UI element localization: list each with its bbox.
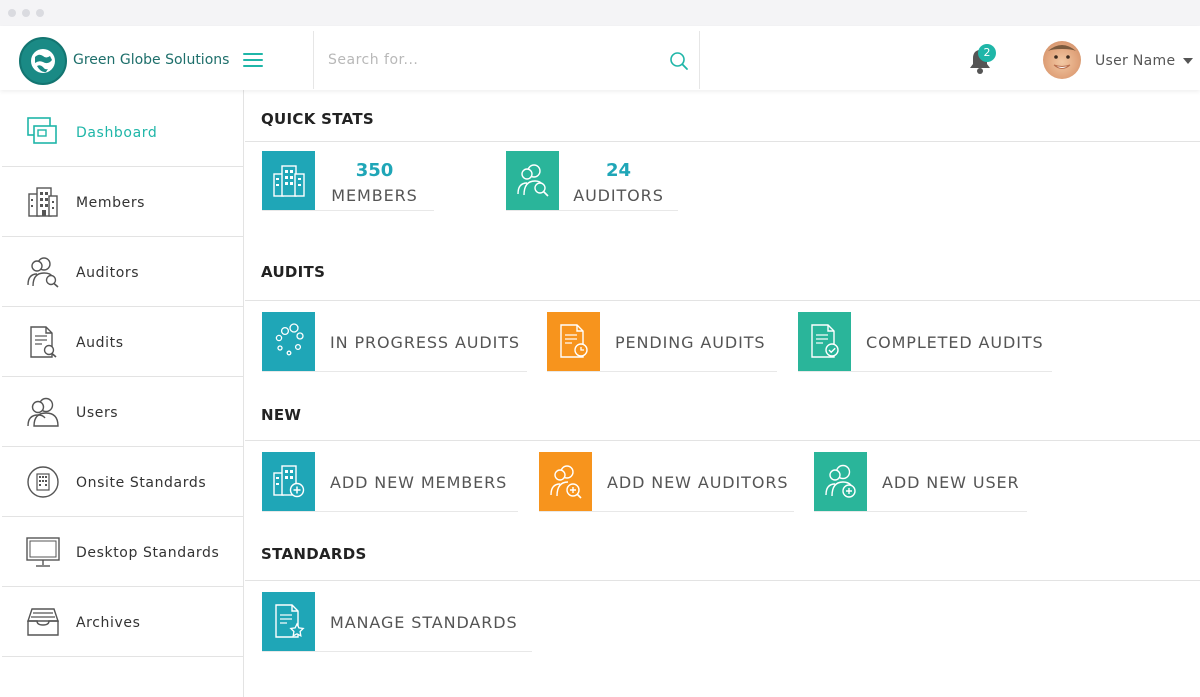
tile-icon-box xyxy=(262,592,315,651)
user-avatar[interactable] xyxy=(1043,41,1081,79)
document-check-icon xyxy=(811,324,839,358)
tile-icon-box xyxy=(262,312,315,371)
section-title-standards: STANDARDS xyxy=(261,545,367,563)
menu-toggle-button[interactable] xyxy=(240,48,266,70)
sidebar-item-label: Users xyxy=(76,405,119,421)
add-new-user-button[interactable]: ADD NEW USER xyxy=(814,452,1027,512)
section-title-new: NEW xyxy=(261,406,302,424)
add-new-members-button[interactable]: ADD NEW MEMBERS xyxy=(262,452,518,512)
stat-label-auditors: AUDITORS xyxy=(573,186,664,205)
building-icon xyxy=(28,187,58,217)
sidebar-item-dashboard[interactable]: Dashboard xyxy=(2,97,243,167)
search-bar xyxy=(313,31,700,89)
window-minimize-dot[interactable] xyxy=(22,9,30,17)
sidebar-item-onsite-standards[interactable]: Onsite Standards xyxy=(2,447,243,517)
monitor-icon xyxy=(26,537,60,567)
sidebar-item-auditors[interactable]: Auditors xyxy=(2,237,243,307)
sidebar-item-label: Audits xyxy=(76,335,124,351)
top-bar: Green Globe Solutions 2 User Name xyxy=(0,26,1200,90)
globe-icon xyxy=(31,49,55,73)
hamburger-bar xyxy=(243,65,263,67)
sidebar-item-users[interactable]: Users xyxy=(2,377,243,447)
onsite-building-icon xyxy=(27,466,59,498)
sidebar-item-label: Members xyxy=(76,195,146,211)
section-divider xyxy=(245,440,1200,441)
section-divider xyxy=(245,300,1200,301)
archive-tray-icon xyxy=(27,608,59,636)
sidebar-item-label: Archives xyxy=(76,615,141,631)
stat-card-members[interactable]: 350 MEMBERS xyxy=(262,151,434,211)
tile-icon-box xyxy=(539,452,592,511)
auditor-add-icon xyxy=(550,465,582,499)
pending-audits-button[interactable]: PENDING AUDITS xyxy=(547,312,777,372)
stat-value-members: 350 xyxy=(355,160,394,181)
tile-label: IN PROGRESS AUDITS xyxy=(330,333,520,352)
brand-name[interactable]: Green Globe Solutions xyxy=(73,52,229,68)
users-icon xyxy=(27,397,59,427)
tile-icon-box xyxy=(547,312,600,371)
tile-label: ADD NEW AUDITORS xyxy=(607,473,789,492)
sidebar: Dashboard Members Auditors Audits Users … xyxy=(0,90,244,697)
section-divider xyxy=(245,141,1200,142)
tile-label: ADD NEW MEMBERS xyxy=(330,473,508,492)
sidebar-item-members[interactable]: Members xyxy=(2,167,243,237)
sidebar-item-desktop-standards[interactable]: Desktop Standards xyxy=(2,517,243,587)
sidebar-item-label: Auditors xyxy=(76,265,140,281)
stat-label-members: MEMBERS xyxy=(331,186,418,205)
search-input[interactable] xyxy=(328,48,658,72)
tile-label: ADD NEW USER xyxy=(882,473,1020,492)
sidebar-item-label: Onsite Standards xyxy=(76,475,207,491)
add-new-auditors-button[interactable]: ADD NEW AUDITORS xyxy=(539,452,794,512)
window-chrome xyxy=(0,0,1200,26)
sidebar-item-label: Desktop Standards xyxy=(76,545,220,561)
auditor-icon xyxy=(517,164,549,197)
tile-label: PENDING AUDITS xyxy=(615,333,766,352)
section-divider xyxy=(245,580,1200,581)
document-star-icon xyxy=(275,604,305,638)
tile-icon-box xyxy=(798,312,851,371)
section-title-quick-stats: QUICK STATS xyxy=(261,110,375,128)
window-close-dot[interactable] xyxy=(8,9,16,17)
sidebar-item-audits[interactable]: Audits xyxy=(2,307,243,377)
in-progress-audits-button[interactable]: IN PROGRESS AUDITS xyxy=(262,312,527,372)
document-clock-icon xyxy=(560,324,588,358)
hamburger-bar xyxy=(243,53,263,55)
progress-dots-icon xyxy=(275,323,304,356)
avatar-face-icon xyxy=(1048,45,1076,69)
auditor-icon xyxy=(27,257,59,288)
brand-logo[interactable] xyxy=(19,37,67,85)
user-add-icon xyxy=(825,464,856,498)
stat-icon-box xyxy=(262,151,315,210)
dashboard-icon xyxy=(27,117,57,144)
tile-icon-box xyxy=(814,452,867,511)
manage-standards-button[interactable]: MANAGE STANDARDS xyxy=(262,592,532,652)
completed-audits-button[interactable]: COMPLETED AUDITS xyxy=(798,312,1052,372)
tile-label: MANAGE STANDARDS xyxy=(330,613,518,632)
hamburger-bar xyxy=(243,59,263,61)
chevron-down-icon[interactable] xyxy=(1183,58,1193,64)
stat-card-auditors[interactable]: 24 AUDITORS xyxy=(506,151,678,211)
section-title-audits: AUDITS xyxy=(261,263,326,281)
sidebar-item-label: Dashboard xyxy=(76,125,158,141)
window-maximize-dot[interactable] xyxy=(36,9,44,17)
stat-value-auditors: 24 xyxy=(605,160,632,181)
sidebar-item-archives[interactable]: Archives xyxy=(2,587,243,657)
stat-icon-box xyxy=(506,151,559,210)
building-add-icon xyxy=(273,465,305,498)
search-icon[interactable] xyxy=(669,51,689,71)
building-icon xyxy=(273,165,305,197)
tile-label: COMPLETED AUDITS xyxy=(866,333,1044,352)
tile-icon-box xyxy=(262,452,315,511)
user-name[interactable]: User Name xyxy=(1095,53,1175,69)
audit-document-icon xyxy=(30,326,57,358)
notification-count-badge[interactable]: 2 xyxy=(978,44,996,62)
